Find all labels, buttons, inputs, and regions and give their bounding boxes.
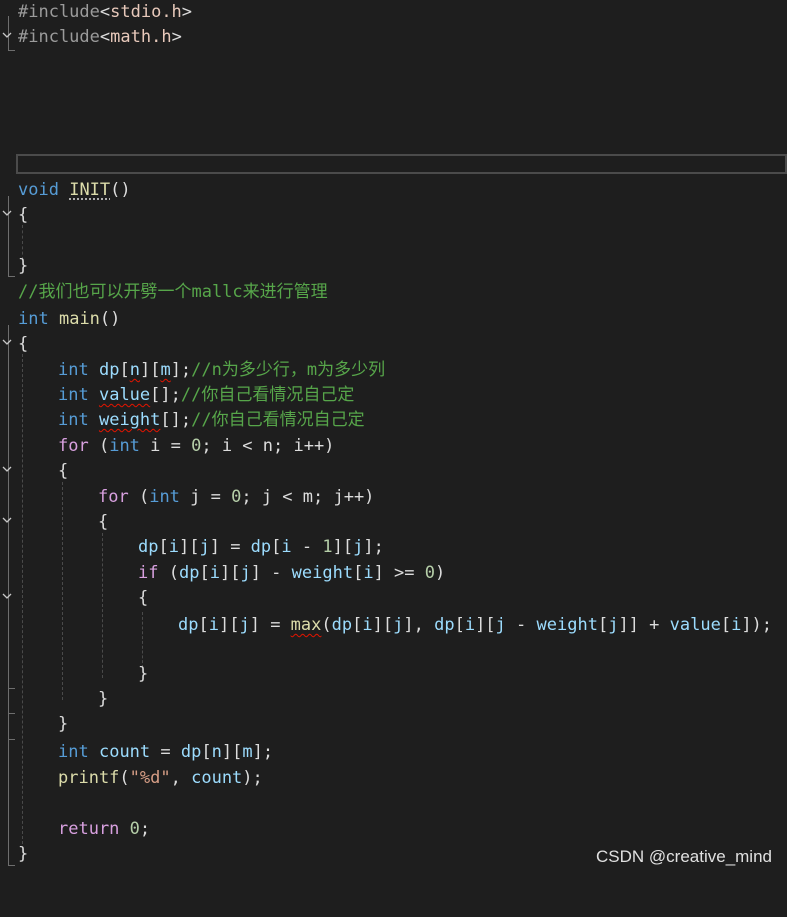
code-line[interactable]: } — [0, 712, 68, 737]
code-line[interactable]: void INIT() — [0, 178, 131, 216]
preprocessor-directive: #include — [18, 27, 100, 47]
code-line[interactable]: int dp[n][m];//n为多少行，m为多少列 — [0, 358, 385, 383]
code-line[interactable]: { — [0, 459, 68, 484]
function-name: INIT — [69, 180, 111, 200]
function-name: main — [58, 309, 100, 329]
code-line[interactable]: #include<stdio.h> — [0, 0, 192, 38]
code-line[interactable]: } — [0, 687, 108, 712]
code-line[interactable]: } — [0, 842, 41, 867]
code-line[interactable]: int weight[];//你自己看情况自己定 — [0, 408, 365, 433]
code-line[interactable]: } — [0, 662, 148, 687]
comment: //我们也可以开劈一个mallc来进行管理 — [18, 282, 328, 302]
editor-separator-box — [16, 154, 787, 174]
include-path: math.h — [110, 27, 172, 47]
string-literal: "%d" — [129, 768, 171, 788]
preprocessor-directive: #include — [18, 2, 100, 22]
comment: //n为多少行，m为多少列 — [191, 360, 386, 380]
code-line[interactable]: for (int i = 0; i < n; i++) — [0, 434, 334, 472]
code-line[interactable]: if (dp[i][j] - weight[i] >= 0) — [0, 561, 445, 599]
code-line[interactable]: #include<math.h> — [0, 25, 182, 50]
indent-guide — [102, 533, 103, 678]
comment: //你自己看情况自己定 — [191, 410, 365, 430]
code-line[interactable]: { — [0, 510, 108, 535]
function-name: max — [290, 615, 322, 635]
indent-guide — [142, 612, 143, 668]
code-line[interactable]: //我们也可以开劈一个mallc来进行管理 — [0, 280, 328, 305]
code-line[interactable]: for (int j = 0; j < m; j++) — [0, 485, 374, 523]
watermark: CSDN @creative_mind — [596, 847, 772, 866]
code-line[interactable]: dp[i][j] = dp[i - 1][j]; — [0, 535, 384, 560]
function-name: printf — [58, 768, 120, 788]
code-line[interactable]: { — [0, 586, 148, 611]
code-line[interactable]: int count = dp[n][m]; — [0, 740, 273, 765]
code-line[interactable]: int main() — [0, 307, 120, 345]
code-line[interactable]: int value[];//你自己看情况自己定 — [0, 383, 354, 408]
comment: //你自己看情况自己定 — [180, 385, 355, 405]
code-line[interactable]: { — [0, 332, 41, 357]
code-line[interactable]: printf("%d", count); — [0, 766, 263, 791]
code-line[interactable]: return 0; — [0, 817, 150, 842]
code-line[interactable]: dp[i][j] = max(dp[i][j], dp[i][j - weigh… — [0, 613, 772, 638]
code-editor[interactable]: #include<stdio.h> #include<math.h> void … — [0, 0, 787, 877]
code-line[interactable]: { — [0, 203, 41, 228]
include-path: stdio.h — [110, 2, 182, 22]
indent-guide — [62, 482, 63, 700]
code-line[interactable]: } — [0, 254, 41, 279]
